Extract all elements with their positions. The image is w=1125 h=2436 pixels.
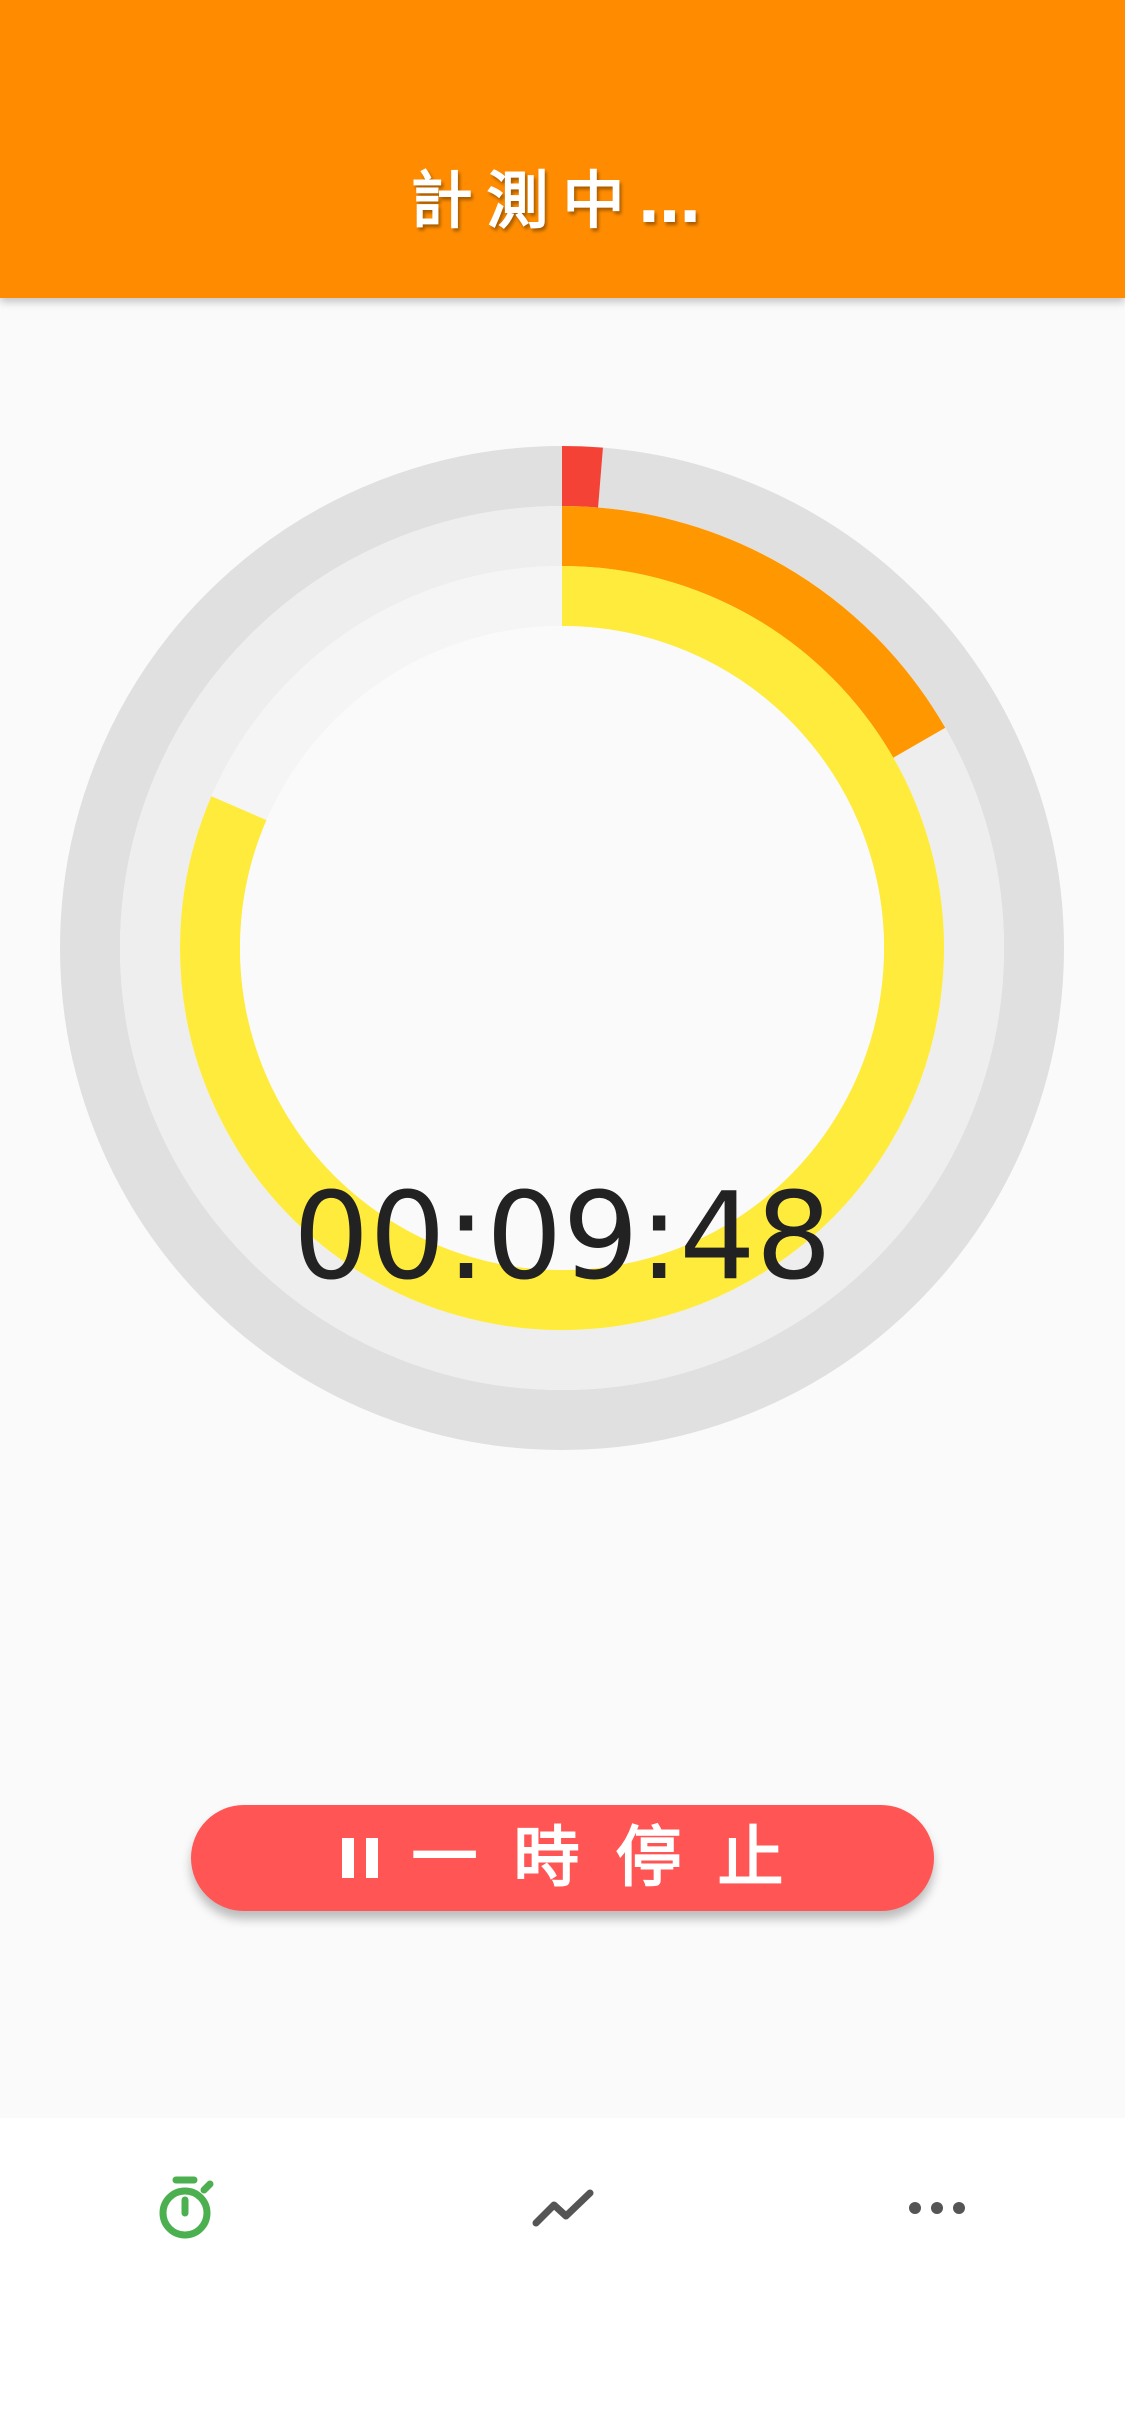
app-bar: 計測中… bbox=[0, 0, 1125, 298]
nav-item-stopwatch[interactable] bbox=[127, 2148, 247, 2268]
nav-item-more[interactable] bbox=[877, 2148, 997, 2268]
stopwatch-icon bbox=[159, 2176, 214, 2239]
progress-rings bbox=[60, 445, 1064, 1450]
pause-icon bbox=[341, 1838, 378, 1878]
nav-item-statistics[interactable] bbox=[503, 2148, 623, 2268]
timer-rings-area: 00:09:48 bbox=[0, 298, 1125, 1898]
bottom-navigation bbox=[0, 2118, 1125, 2436]
outer-ring-progress bbox=[561, 445, 603, 508]
page-title: 計測中… bbox=[410, 164, 715, 237]
app-screen: 計測中… 00:09:48 一時停止 bbox=[0, 0, 1125, 2436]
more-horizontal-icon bbox=[909, 2202, 965, 2214]
pause-button[interactable]: 一時停止 bbox=[191, 1805, 934, 1911]
pause-button-label: 一時停止 bbox=[411, 1819, 820, 1896]
elapsed-time: 00:09:48 bbox=[293, 1168, 832, 1307]
trend-chart-icon bbox=[532, 2189, 594, 2227]
